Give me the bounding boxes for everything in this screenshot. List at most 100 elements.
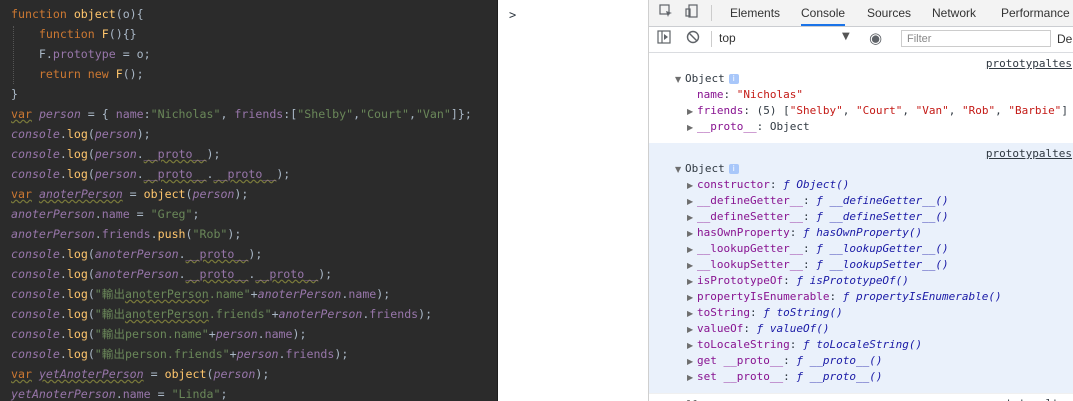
code-token: (); <box>122 67 144 81</box>
source-link[interactable]: prototypaltes <box>986 397 1072 401</box>
expand-arrow-icon[interactable]: ▶ <box>687 194 697 210</box>
object-property[interactable]: ▶ valueOf: ƒ valueOf() <box>687 321 829 337</box>
expand-arrow-icon[interactable]: ▶ <box>687 258 697 274</box>
code-token: ( <box>87 347 95 361</box>
property-value: Object <box>769 120 810 133</box>
clear-console-icon[interactable] <box>684 30 702 48</box>
code-token: ( <box>87 127 95 141</box>
code-token: console <box>11 287 60 301</box>
object-property[interactable]: ▶ toString: ƒ toString() <box>687 305 843 321</box>
code-token: log <box>66 267 88 281</box>
code-token: console <box>11 327 60 341</box>
console-message[interactable]: prototypaltes null <box>649 393 1073 401</box>
console-toolbar: top ▼ ◉ De <box>649 27 1073 53</box>
filter-input[interactable] <box>901 30 1051 47</box>
object-header[interactable]: ▼ Object i <box>675 71 739 87</box>
code-token: . <box>136 167 144 181</box>
expand-arrow-icon[interactable]: ▶ <box>687 178 697 194</box>
object-property[interactable]: ▶ constructor: ƒ Object() <box>687 177 849 193</box>
code-token: "輸出 <box>94 307 125 321</box>
code-token: . <box>59 327 67 341</box>
object-property[interactable]: ▶ isPrototypeOf: ƒ isPrototypeOf() <box>687 273 909 289</box>
console-prompt[interactable]: > <box>509 8 516 22</box>
live-expression-icon[interactable]: ◉ <box>869 29 882 47</box>
sidebar-toggle-icon[interactable] <box>655 30 673 48</box>
console-message[interactable]: prototypaltes ▼ Object i ▶ constructor: ƒ Obj… <box>649 143 1073 394</box>
expand-arrow-icon[interactable]: ▶ <box>687 210 697 226</box>
tab-sources[interactable]: Sources <box>867 0 911 26</box>
object-property[interactable]: ▶ friends: (5) ["Shelby", "Court", "Van",… <box>687 103 1068 119</box>
expand-arrow-icon[interactable]: ▶ <box>687 242 697 258</box>
expand-arrow-icon[interactable]: ▶ <box>687 322 697 338</box>
object-header[interactable]: ▼ Object i <box>675 161 739 177</box>
array-item: , <box>948 104 962 117</box>
tab-elements[interactable]: Elements <box>730 0 780 26</box>
context-select[interactable]: top <box>719 31 736 45</box>
object-property[interactable]: ▶ __defineGetter__: ƒ __defineGetter__() <box>687 193 949 209</box>
property-key: __proto__ <box>697 120 757 133</box>
property-separator: : <box>783 370 797 383</box>
source-link[interactable]: prototypaltes <box>986 57 1072 70</box>
expand-arrow-icon[interactable]: ▶ <box>687 338 697 354</box>
code-token: friends <box>369 307 419 321</box>
devtools-panel: Elements Console Sources Network Perform… <box>648 0 1073 401</box>
code-token: anoterPerson <box>11 207 95 221</box>
code-editor[interactable]: function object(o){ function F(){} F.pro… <box>0 0 498 401</box>
console-message[interactable]: prototypaltes ▼ Object i name: "Nicholas" ▶ fr… <box>649 53 1073 144</box>
code-token: anoterPerson <box>94 267 179 281</box>
expand-arrow-icon[interactable]: ▶ <box>687 226 697 242</box>
code-token: console <box>11 167 60 181</box>
array-item: , <box>995 104 1009 117</box>
object-property[interactable]: ▶ set __proto__: ƒ __proto__() <box>687 369 882 385</box>
code-token: . <box>94 227 102 241</box>
property-separator: : <box>802 210 817 223</box>
code-token: log <box>66 287 88 301</box>
object-property[interactable]: ▶ propertyIsEnumerable: ƒ propertyIsEnume… <box>687 289 1002 305</box>
code-token: __proto__ <box>255 267 319 281</box>
inspect-icon[interactable] <box>657 4 675 22</box>
object-property[interactable]: ▶ hasOwnProperty: ƒ hasOwnProperty() <box>687 225 922 241</box>
tab-console[interactable]: Console <box>801 0 846 26</box>
object-property[interactable]: ▶ __defineSetter__: ƒ __defineSetter__() <box>687 209 949 225</box>
code-token: . <box>178 247 186 261</box>
property-value: ƒ __defineGetter__() <box>816 194 949 207</box>
object-property[interactable]: name: "Nicholas" <box>687 87 803 103</box>
source-link[interactable]: prototypaltes <box>986 147 1072 160</box>
code-token: . <box>178 267 186 281</box>
tab-performance[interactable]: Performance <box>1001 0 1070 26</box>
object-property[interactable]: ▶ __lookupGetter__: ƒ __lookupGetter__() <box>687 241 949 257</box>
expand-arrow-icon[interactable]: ▶ <box>687 274 697 290</box>
property-value: ƒ propertyIsEnumerable() <box>842 290 1002 303</box>
tab-network[interactable]: Network <box>932 0 976 26</box>
expand-arrow-icon[interactable]: ▶ <box>687 120 697 136</box>
object-property[interactable]: ▶ get __proto__: ƒ __proto__() <box>687 353 882 369</box>
property-separator: : <box>769 178 784 191</box>
expand-arrow-icon[interactable]: ▶ <box>687 370 697 386</box>
code-line: console.log(person); <box>11 124 497 144</box>
log-levels-dropdown[interactable]: De <box>1057 32 1072 46</box>
property-value: ƒ __defineSetter__() <box>816 210 949 223</box>
expand-arrow-icon[interactable]: ▶ <box>687 104 697 120</box>
expand-arrow-icon[interactable]: ▼ <box>675 72 685 88</box>
code-token: ( <box>87 307 95 321</box>
expand-arrow-icon[interactable]: ▶ <box>687 354 697 370</box>
code-token: console <box>11 267 60 281</box>
code-line: console.log("輸出anoterPerson.name"+anoter… <box>11 284 497 304</box>
device-toggle-icon[interactable] <box>683 4 701 22</box>
code-token: push <box>157 227 186 241</box>
property-separator: : <box>783 274 797 287</box>
array-item: "Shelby" <box>789 104 843 117</box>
object-property[interactable]: ▶ toLocaleString: ƒ toLocaleString() <box>687 337 922 353</box>
info-icon: i <box>728 164 739 174</box>
code-token: person <box>38 107 81 121</box>
chevron-down-icon[interactable]: ▼ <box>842 31 850 42</box>
expand-arrow-icon[interactable]: ▶ <box>687 290 697 306</box>
expand-arrow-icon[interactable]: ▶ <box>687 306 697 322</box>
code-token: , <box>220 107 235 121</box>
object-property[interactable]: ▶ __lookupSetter__: ƒ __lookupSetter__() <box>687 257 949 273</box>
expand-arrow-icon[interactable]: ▼ <box>675 162 685 178</box>
code-token: yetAnoterPerson <box>38 367 144 381</box>
object-property[interactable]: ▶ __proto__: Object <box>687 119 810 135</box>
code-line: anoterPerson.name = "Greg"; <box>11 204 497 224</box>
